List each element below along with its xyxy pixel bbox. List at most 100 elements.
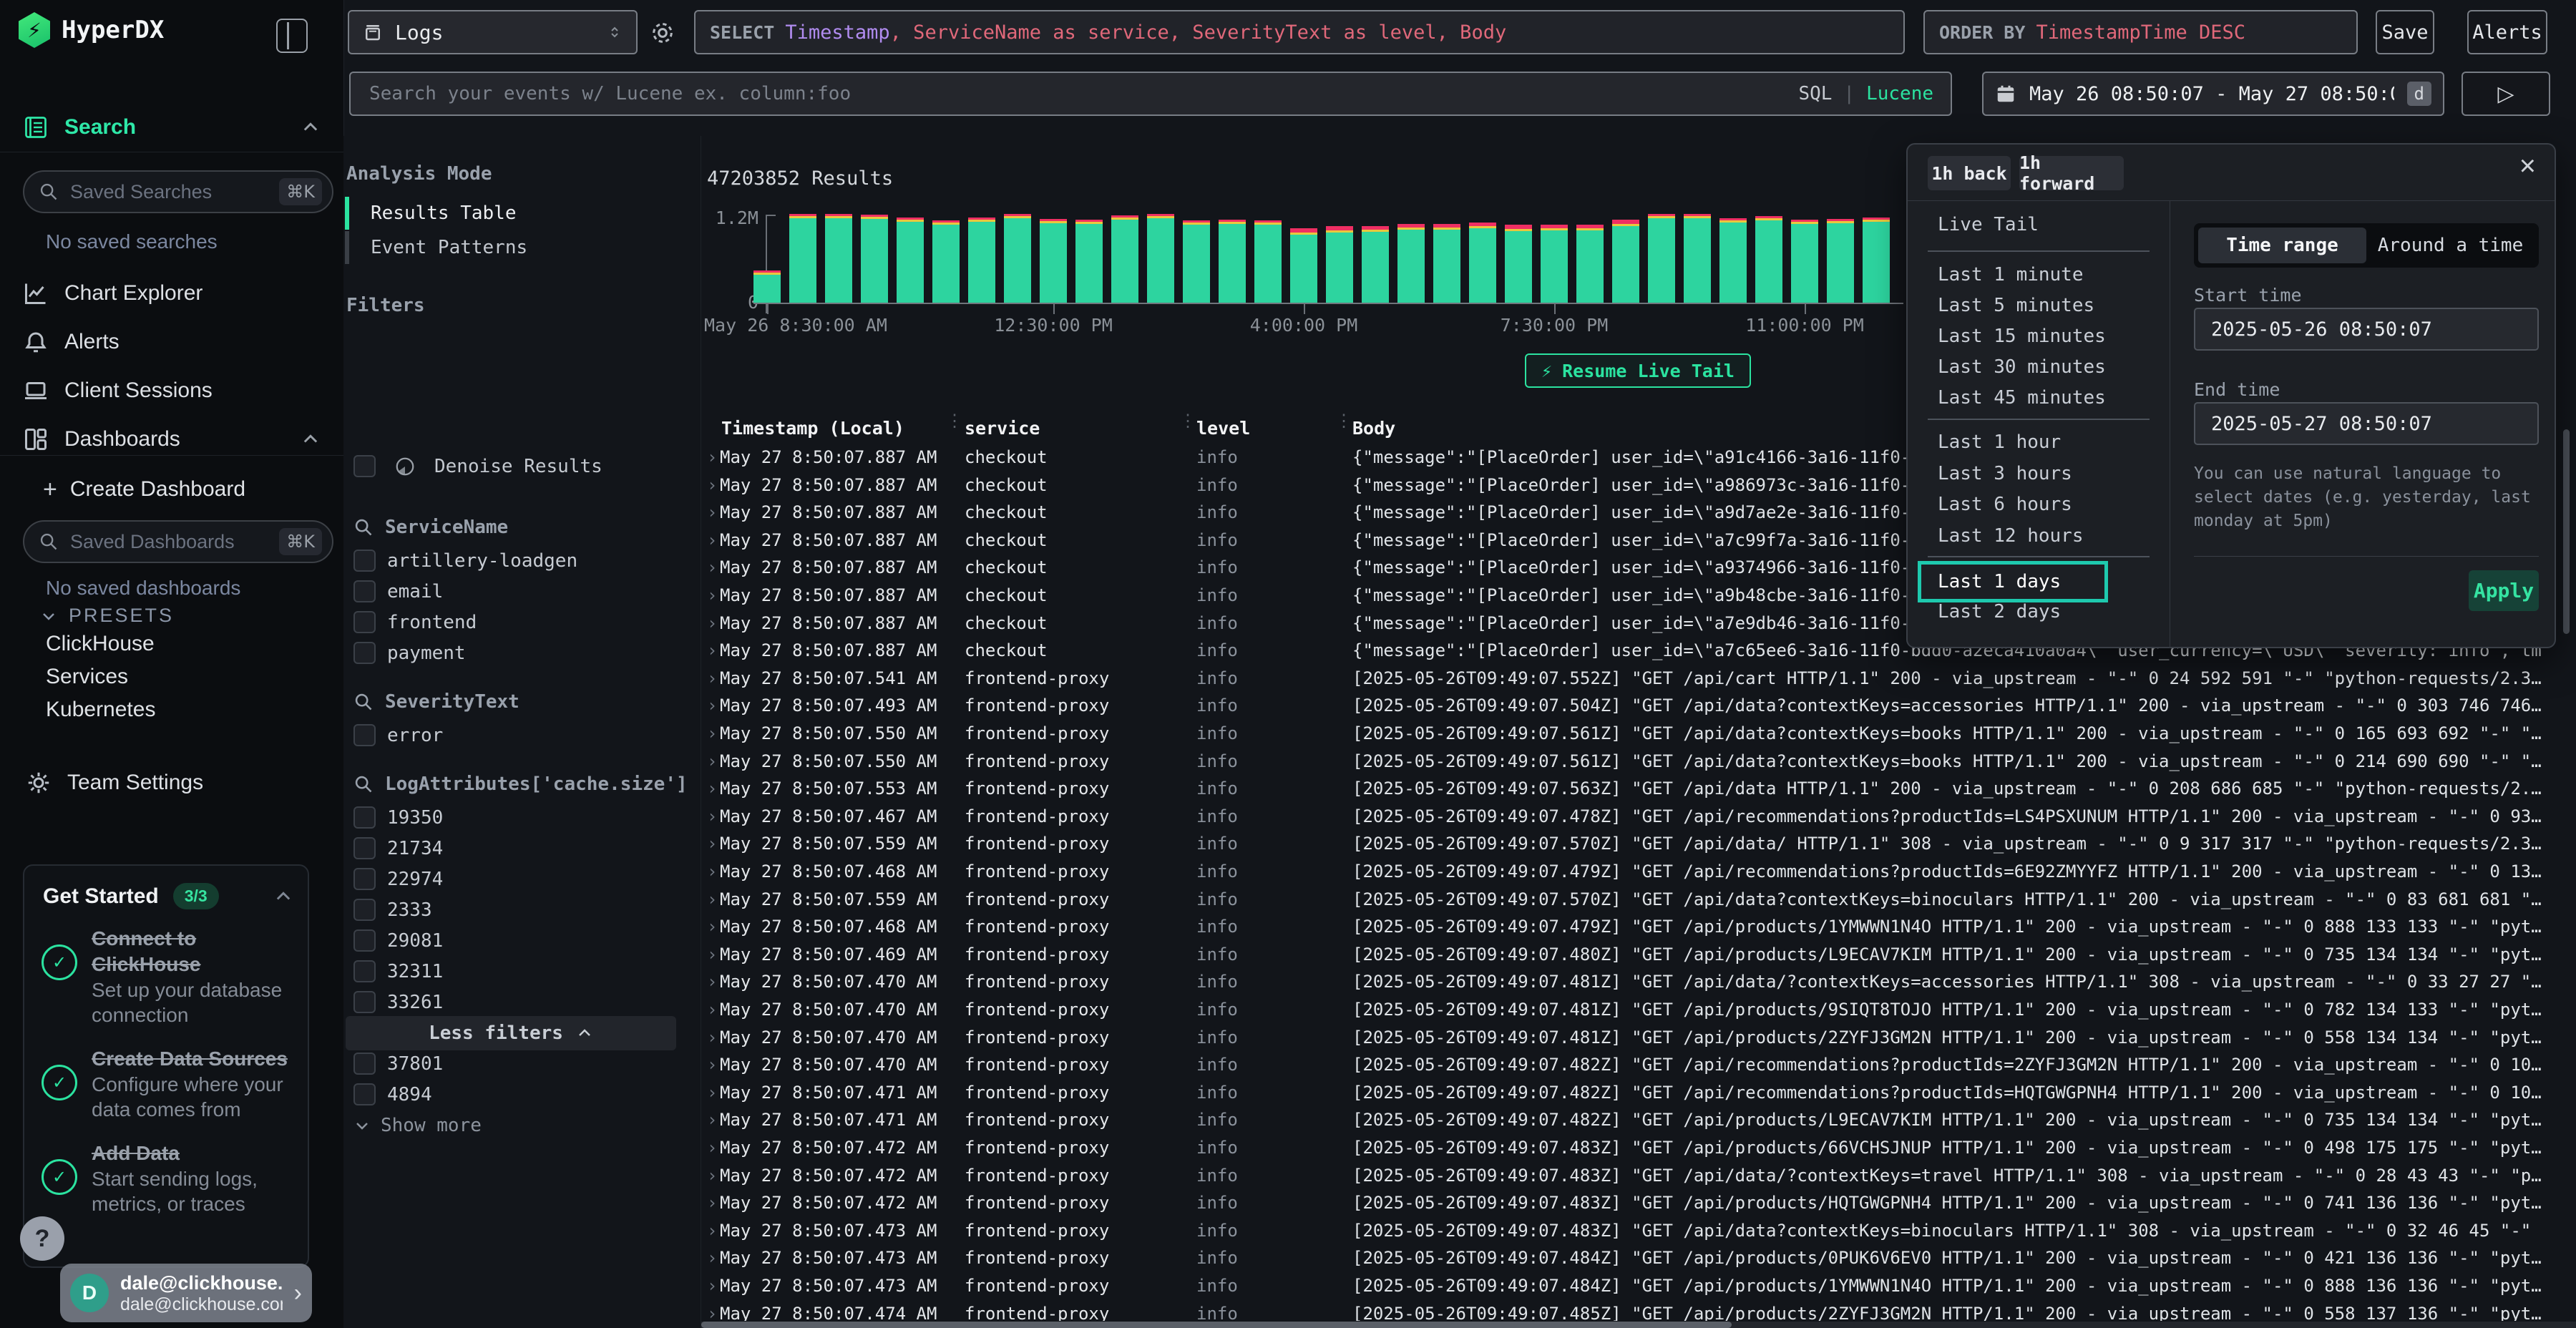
table-row[interactable]: ›May 27 8:50:07.472 AMfrontend-proxyinfo… (701, 1162, 2576, 1190)
col-level[interactable]: level (1196, 418, 1250, 439)
resume-live-tail-button[interactable]: ⚡ Resume Live Tail (1525, 353, 1751, 388)
shift-1h-back-button[interactable]: 1h back (1928, 156, 2011, 190)
preset-dashboard-clickhouse[interactable]: ClickHouse (46, 633, 155, 655)
table-row[interactable]: ›May 27 8:50:07.472 AMfrontend-proxyinfo… (701, 1134, 2576, 1162)
table-row[interactable]: ›May 27 8:50:07.470 AMfrontend-proxyinfo… (701, 996, 2576, 1024)
histogram-bar[interactable] (825, 214, 852, 303)
column-resize-handle[interactable]: ⋮ (1335, 415, 1352, 426)
checkbox[interactable] (353, 837, 376, 859)
histogram-bar[interactable] (1684, 214, 1711, 303)
histogram-bar[interactable] (1612, 220, 1639, 303)
col-body[interactable]: Body (1352, 418, 1395, 439)
time-preset-last-1-minute[interactable]: Last 1 minute (1938, 260, 2084, 289)
saved-searches-input[interactable] (69, 180, 269, 204)
table-row[interactable]: ›May 27 8:50:07.468 AMfrontend-proxyinfo… (701, 858, 2576, 886)
histogram-bar[interactable] (1576, 225, 1604, 303)
table-row[interactable]: ›May 27 8:50:07.470 AMfrontend-proxyinfo… (701, 968, 2576, 996)
events-histogram[interactable] (753, 215, 1906, 303)
histogram-bar[interactable] (1219, 220, 1246, 303)
histogram-bar[interactable] (1075, 220, 1103, 303)
histogram-bar[interactable] (753, 270, 781, 303)
tab-around-a-time[interactable]: Around a time (2366, 228, 2534, 263)
checkbox[interactable] (353, 550, 376, 572)
table-row[interactable]: ›May 27 8:50:07.559 AMfrontend-proxyinfo… (701, 830, 2576, 858)
preset-dashboard-services[interactable]: Services (46, 665, 155, 688)
filter-option[interactable]: 19350 (353, 802, 691, 833)
histogram-bar[interactable] (1791, 220, 1818, 303)
histogram-bar[interactable] (968, 218, 995, 303)
table-row[interactable]: ›May 27 8:50:07.493 AMfrontend-proxyinfo… (701, 692, 2576, 720)
presets-section[interactable]: PRESETS (40, 605, 174, 627)
saved-dashboards-input[interactable] (69, 530, 269, 554)
time-preset-last-6-hours[interactable]: Last 6 hours (1938, 490, 2072, 519)
time-preset-last-12-hours[interactable]: Last 12 hours (1938, 522, 2084, 550)
column-resize-handle[interactable]: ⋮ (1179, 415, 1196, 426)
table-row[interactable]: ›May 27 8:50:07.473 AMfrontend-proxyinfo… (701, 1244, 2576, 1272)
table-row[interactable]: ›May 27 8:50:07.470 AMfrontend-proxyinfo… (701, 1051, 2576, 1079)
histogram-bar[interactable] (1147, 214, 1174, 303)
table-row[interactable]: ›May 27 8:50:07.541 AMfrontend-proxyinfo… (701, 665, 2576, 693)
time-preset-last-15-minutes[interactable]: Last 15 minutes (1938, 322, 2106, 351)
checkbox[interactable] (353, 899, 376, 921)
sidebar-section-search[interactable]: Search (23, 107, 321, 147)
checkbox[interactable] (353, 724, 376, 746)
filter-option[interactable]: 37801 (353, 1048, 691, 1079)
checkbox[interactable] (353, 642, 376, 664)
query-language-toggle[interactable]: SQL | Lucene (1798, 83, 1933, 104)
filter-option[interactable]: 4894 (353, 1079, 691, 1110)
table-row[interactable]: ›May 27 8:50:07.469 AMfrontend-proxyinfo… (701, 941, 2576, 969)
get-started-header[interactable]: Get Started 3/3 (43, 883, 293, 909)
preset-dashboard-kubernetes[interactable]: Kubernetes (46, 698, 155, 721)
event-search-input[interactable] (368, 82, 1798, 105)
table-row[interactable]: ›May 27 8:50:07.473 AMfrontend-proxyinfo… (701, 1272, 2576, 1300)
time-preset-last-1-hour[interactable]: Last 1 hour (1938, 428, 2061, 456)
sql-select-input[interactable]: SELECT Timestamp , ServiceName as servic… (694, 10, 1905, 54)
histogram-bar[interactable] (1541, 225, 1568, 303)
table-row[interactable]: ›May 27 8:50:07.473 AMfrontend-proxyinfo… (701, 1217, 2576, 1245)
histogram-bar[interactable] (1469, 223, 1496, 303)
tab-time-range[interactable]: Time range (2198, 228, 2366, 263)
filter-option[interactable]: 22974 (353, 864, 691, 894)
less-filters-button[interactable]: Less filters (346, 1016, 676, 1050)
histogram-bar[interactable] (1719, 218, 1747, 303)
column-resize-handle[interactable]: ⋮ (946, 415, 963, 426)
user-menu[interactable]: D dale@clickhouse.com dale@clickhouse.co… (60, 1264, 312, 1322)
filter-option[interactable]: frontend (353, 607, 691, 638)
histogram-bar[interactable] (1183, 220, 1210, 303)
sidebar-item-client-sessions[interactable]: Client Sessions (23, 372, 321, 409)
histogram-bar[interactable] (1111, 215, 1138, 303)
sidebar-item-chart-explorer[interactable]: Chart Explorer (23, 275, 321, 312)
save-button[interactable]: Save (2376, 10, 2434, 54)
table-row[interactable]: ›May 27 8:50:07.553 AMfrontend-proxyinfo… (701, 775, 2576, 803)
checkbox[interactable] (353, 611, 376, 633)
checkbox[interactable] (353, 1083, 376, 1105)
histogram-bar[interactable] (1362, 226, 1389, 303)
filter-option[interactable]: error (353, 720, 691, 751)
source-select[interactable]: Logs (348, 10, 638, 54)
order-by-input[interactable]: ORDER BY TimestampTime DESC (1923, 10, 2358, 54)
table-row[interactable]: ›May 27 8:50:07.550 AMfrontend-proxyinfo… (701, 720, 2576, 748)
checkbox[interactable] (353, 929, 376, 952)
filter-option[interactable]: payment (353, 638, 691, 668)
histogram-bar[interactable] (789, 214, 816, 303)
time-preset-last-3-hours[interactable]: Last 3 hours (1938, 459, 2072, 488)
sidebar-section-dashboards[interactable]: Dashboards (23, 421, 321, 458)
filter-option[interactable]: 33261 (353, 987, 691, 1017)
get-started-item[interactable]: ✓Connect to ClickHouseSet up your databa… (42, 926, 296, 1027)
checkbox[interactable] (353, 455, 376, 477)
histogram-bar[interactable] (1254, 220, 1282, 303)
table-row[interactable]: ›May 27 8:50:07.472 AMfrontend-proxyinfo… (701, 1189, 2576, 1217)
apply-button[interactable]: Apply (2469, 570, 2539, 611)
vertical-scrollbar[interactable] (2563, 429, 2570, 634)
filter-option[interactable]: 2333 (353, 894, 691, 925)
table-row[interactable]: ›May 27 8:50:07.474 AMfrontend-proxyinfo… (701, 1300, 2576, 1321)
histogram-bar[interactable] (932, 220, 960, 303)
histogram-bar[interactable] (1397, 224, 1425, 303)
denoise-results-toggle[interactable]: Denoise Results (353, 455, 602, 477)
histogram-bar[interactable] (1004, 214, 1031, 303)
date-range-picker[interactable]: d (1982, 72, 2444, 116)
sidebar-item-alerts[interactable]: Alerts (23, 323, 321, 361)
histogram-bar[interactable] (1755, 216, 1782, 303)
table-row[interactable]: ›May 27 8:50:07.470 AMfrontend-proxyinfo… (701, 1024, 2576, 1052)
source-settings-gear-icon[interactable] (648, 19, 677, 47)
